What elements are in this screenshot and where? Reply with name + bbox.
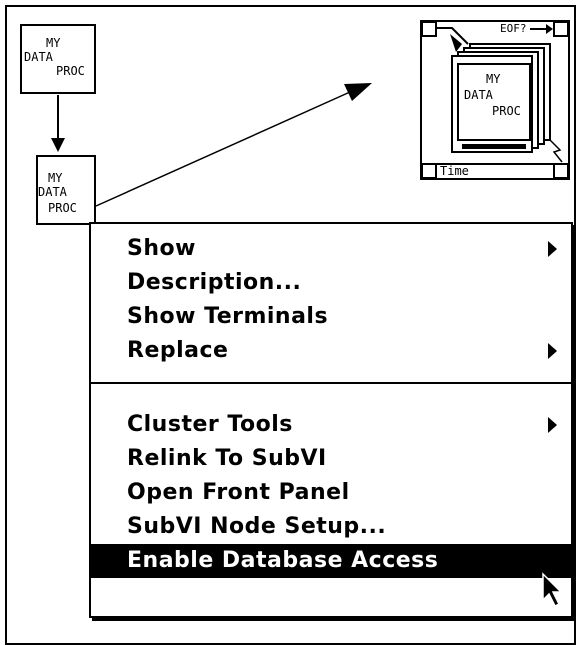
submenu-arrow-icon	[548, 343, 557, 359]
menu-item-label: Show	[127, 236, 196, 261]
menu-item-enable-database-access[interactable]: Enable Database Access	[91, 544, 571, 578]
menu-item-label: Cluster Tools	[127, 412, 293, 437]
submenu-arrow-icon	[548, 241, 557, 257]
menu-item-replace[interactable]: Replace	[91, 334, 571, 368]
menu-separator	[91, 382, 571, 384]
menu-item-show-terminals[interactable]: Show Terminals	[91, 300, 571, 334]
menu-item-description[interactable]: Description...	[91, 266, 571, 300]
menu-item-label: Show Terminals	[127, 304, 329, 329]
menu-item-show[interactable]: Show	[91, 232, 571, 266]
submenu-arrow-icon	[548, 417, 557, 433]
menu-item-label: Relink To SubVI	[127, 446, 327, 471]
menu-item-label: SubVI Node Setup...	[127, 514, 387, 539]
menu-item-label: Description...	[127, 270, 302, 295]
menu-item-open-front-panel[interactable]: Open Front Panel	[91, 476, 571, 510]
context-menu: Show Description... Show Terminals Repla…	[89, 222, 573, 618]
menu-item-cluster-tools[interactable]: Cluster Tools	[91, 408, 571, 442]
menu-item-subvi-node-setup[interactable]: SubVI Node Setup...	[91, 510, 571, 544]
menu-item-label: Open Front Panel	[127, 480, 350, 505]
menu-item-label: Replace	[127, 338, 229, 363]
menu-item-relink-to-subvi[interactable]: Relink To SubVI	[91, 442, 571, 476]
menu-item-label: Enable Database Access	[127, 548, 439, 573]
